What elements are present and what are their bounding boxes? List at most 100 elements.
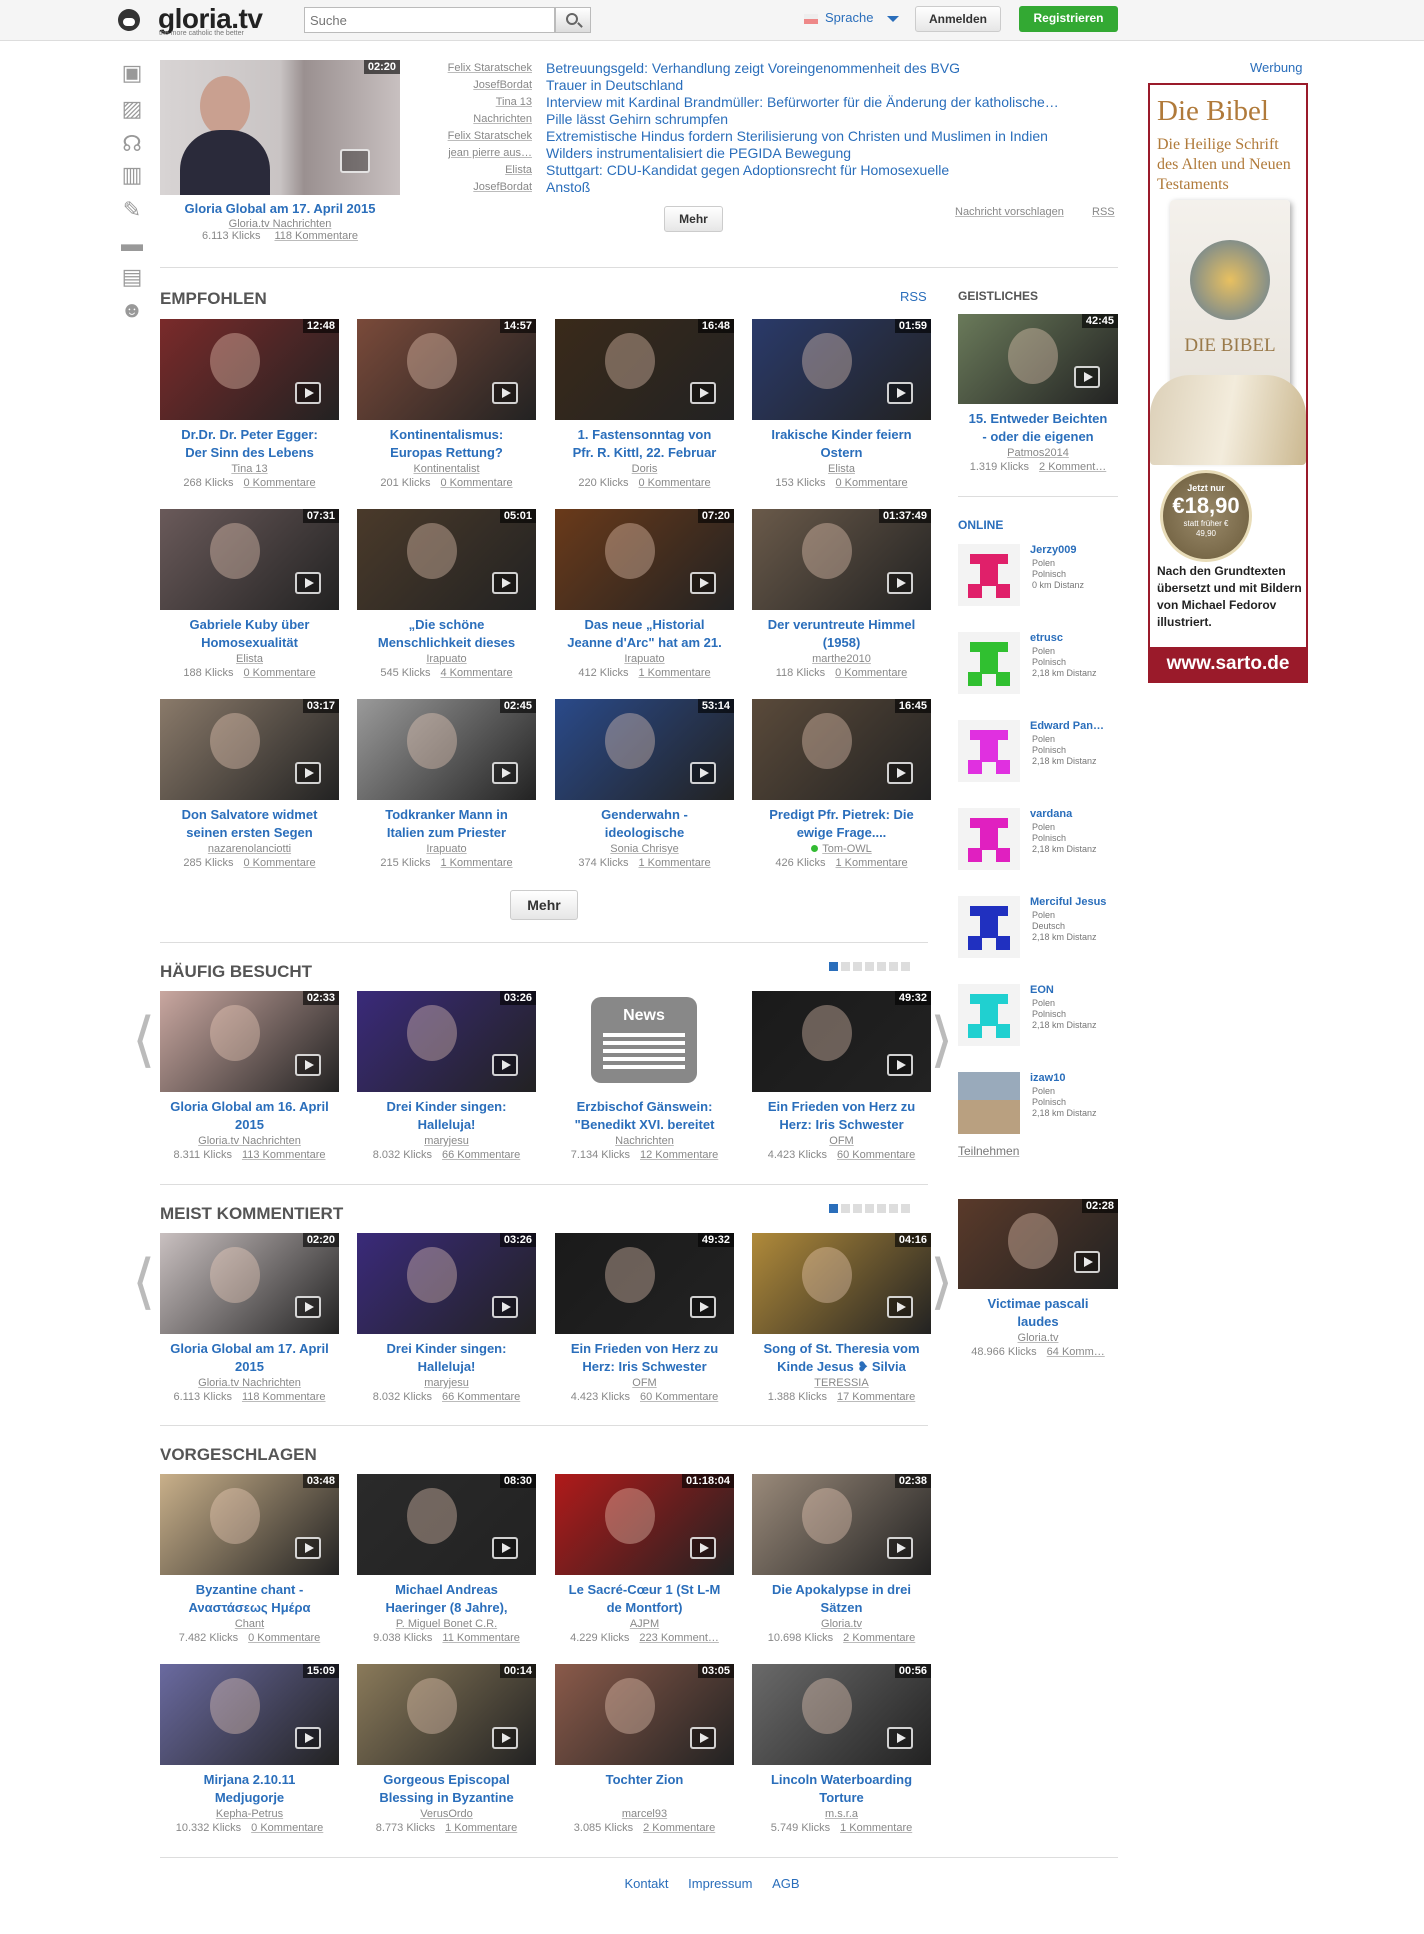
- video-comments[interactable]: 1 Kommentare: [638, 667, 710, 679]
- avatar[interactable]: [958, 808, 1020, 870]
- video-thumbnail[interactable]: 04:16: [752, 1233, 931, 1334]
- video-author[interactable]: OFM: [752, 1134, 931, 1148]
- video-comments[interactable]: 1 Kommentare: [840, 1822, 912, 1834]
- people-icon[interactable]: ☻: [118, 296, 146, 324]
- logo[interactable]: gloria.tv the more catholic the better: [118, 3, 298, 37]
- video-comments[interactable]: 12 Kommentare: [640, 1149, 718, 1161]
- video-comments[interactable]: 66 Kommentare: [442, 1149, 520, 1161]
- video-author[interactable]: Patmos2014: [958, 446, 1118, 460]
- video-title[interactable]: Song of St. Theresia vom Kinde Jesus ❥ Si…: [752, 1340, 931, 1376]
- video-comments[interactable]: 1 Kommentare: [638, 857, 710, 869]
- video-comments[interactable]: 0 Kommentare: [835, 667, 907, 679]
- video-comments[interactable]: 223 Komment…: [639, 1632, 718, 1644]
- news-author[interactable]: Elista: [505, 164, 532, 176]
- video-author[interactable]: marcel93: [555, 1807, 734, 1821]
- video-thumbnail[interactable]: 08:30: [357, 1474, 536, 1575]
- video-comments[interactable]: 1 Kommentare: [835, 857, 907, 869]
- featured-comments[interactable]: 118 Kommentare: [274, 230, 358, 242]
- online-user-name[interactable]: Edward Pan…: [1030, 720, 1104, 732]
- video-author[interactable]: AJPM: [555, 1617, 734, 1631]
- frequent-pager[interactable]: [826, 962, 910, 971]
- video-thumbnail[interactable]: 53:14: [555, 699, 734, 800]
- video-card[interactable]: 05:01 „Die schöne Menschlichkeit dieses Ira…: [357, 509, 536, 680]
- video-thumbnail[interactable]: 15:09: [160, 1664, 339, 1765]
- footer-imprint-link[interactable]: Impressum: [688, 1876, 752, 1891]
- video-comments[interactable]: 0 Kommentare: [440, 477, 512, 489]
- video-card[interactable]: 42:45 15. Entweder Beichten - oder die eig…: [958, 314, 1118, 474]
- news-title[interactable]: Interview mit Kardinal Brandmüller: Befü…: [546, 94, 1059, 110]
- ad-label[interactable]: Werbung: [1250, 60, 1303, 75]
- video-author[interactable]: Gloria.tv Nachrichten: [160, 1134, 339, 1148]
- news-title[interactable]: Stuttgart: CDU-Kandidat gegen Adoptionsr…: [546, 162, 949, 178]
- news-title[interactable]: Betreuungsgeld: Verhandlung zeigt Vorein…: [546, 60, 960, 76]
- chat-icon[interactable]: ▤: [118, 263, 146, 291]
- video-thumbnail[interactable]: 01:37:49: [752, 509, 931, 610]
- login-button[interactable]: Anmelden: [915, 6, 1001, 32]
- news-item[interactable]: Felix Staratschek Extremistische Hindus f…: [418, 128, 1112, 145]
- video-thumbnail[interactable]: 02:45: [357, 699, 536, 800]
- video-card[interactable]: 07:31 Gabriele Kuby über Homosexualität Eli…: [160, 509, 339, 680]
- video-thumbnail[interactable]: 03:26: [357, 991, 536, 1092]
- news-title[interactable]: Anstoß: [546, 179, 590, 195]
- news-author[interactable]: Tina 13: [496, 96, 532, 108]
- commented-pager[interactable]: [826, 1204, 910, 1213]
- video-title[interactable]: Irakische Kinder feiern Ostern: [752, 426, 931, 462]
- featured-video[interactable]: 02:20 Gloria Global am 17. April 2015 Gl…: [160, 60, 400, 242]
- news-suggest-link[interactable]: Nachricht vorschlagen: [955, 206, 1064, 218]
- video-title[interactable]: „Die schöne Menschlichkeit dieses: [357, 616, 536, 652]
- news-more-button[interactable]: Mehr: [664, 206, 723, 232]
- video-author[interactable]: Gloria.tv: [752, 1617, 931, 1631]
- news-author[interactable]: Nachrichten: [473, 113, 532, 125]
- video-author[interactable]: m.s.r.a: [752, 1807, 931, 1821]
- news-title[interactable]: Wilders instrumentalisiert die PEGIDA Be…: [546, 145, 851, 161]
- language-selector[interactable]: Sprache: [804, 10, 900, 30]
- video-title[interactable]: Das neue „Historial Jeanne d'Arc" hat am …: [555, 616, 734, 652]
- video-card[interactable]: 03:26 Drei Kinder singen: Halleluja! maryje…: [357, 1233, 536, 1404]
- video-title[interactable]: Drei Kinder singen: Halleluja!: [357, 1098, 536, 1134]
- video-author[interactable]: Doris: [555, 462, 734, 476]
- headphones-icon[interactable]: ☊: [118, 130, 146, 158]
- video-comments[interactable]: 60 Kommentare: [837, 1149, 915, 1161]
- video-comments[interactable]: 113 Kommentare: [242, 1149, 326, 1161]
- video-thumbnail[interactable]: 16:45: [752, 699, 931, 800]
- video-author[interactable]: Gloria.tv: [958, 1331, 1118, 1345]
- video-comments[interactable]: 60 Kommentare: [640, 1391, 718, 1403]
- news-title[interactable]: Extremistische Hindus fordern Sterilisie…: [546, 128, 1048, 144]
- video-card[interactable]: 16:48 1. Fastensonntag von Pfr. R. Kittl, …: [555, 319, 734, 490]
- video-thumbnail[interactable]: 00:14: [357, 1664, 536, 1765]
- video-card[interactable]: 08:30 Michael Andreas Haeringer (8 Jahre),…: [357, 1474, 536, 1645]
- video-author[interactable]: nazarenolanciotti: [160, 842, 339, 856]
- video-card[interactable]: 00:56 Lincoln Waterboarding Torture m.s.r.a…: [752, 1664, 931, 1835]
- video-thumbnail[interactable]: 16:48: [555, 319, 734, 420]
- video-card[interactable]: 07:20 Das neue „Historial Jeanne d'Arc" ha…: [555, 509, 734, 680]
- video-card[interactable]: 16:45 Predigt Pfr. Pietrek: Die ewige Frag…: [752, 699, 931, 870]
- avatar[interactable]: [958, 1072, 1020, 1134]
- news-item[interactable]: Tina 13 Interview mit Kardinal Brandmülle…: [418, 94, 1112, 111]
- video-author[interactable]: VerusOrdo: [357, 1807, 536, 1821]
- video-card[interactable]: 00:14 Gorgeous Episcopal Blessing in Byzan…: [357, 1664, 536, 1835]
- video-title[interactable]: Gabriele Kuby über Homosexualität: [160, 616, 339, 652]
- video-author[interactable]: Nachrichten: [555, 1134, 734, 1148]
- video-card[interactable]: 03:26 Drei Kinder singen: Halleluja! maryje…: [357, 991, 536, 1162]
- recommended-rss-link[interactable]: RSS: [900, 289, 927, 304]
- video-author[interactable]: Tom-OWL: [752, 842, 931, 856]
- video-author[interactable]: maryjesu: [357, 1376, 536, 1390]
- news-item[interactable]: Elista Stuttgart: CDU-Kandidat gegen Adop…: [418, 162, 1112, 179]
- video-comments[interactable]: 64 Komm…: [1047, 1346, 1105, 1358]
- video-card[interactable]: News Erzbischof Gänswein: "Benedikt XVI. b…: [555, 991, 734, 1162]
- video-author[interactable]: Irapuato: [357, 652, 536, 666]
- video-title[interactable]: Byzantine chant - Αναστάσεως Ημέρα: [160, 1581, 339, 1617]
- video-title[interactable]: Der veruntreute Himmel (1958): [752, 616, 931, 652]
- video-comments[interactable]: 4 Kommentare: [440, 667, 512, 679]
- video-author[interactable]: Irapuato: [357, 842, 536, 856]
- video-author[interactable]: P. Miguel Bonet C.R.: [357, 1617, 536, 1631]
- video-author[interactable]: Kepha-Petrus: [160, 1807, 339, 1821]
- video-thumbnail[interactable]: 07:20: [555, 509, 734, 610]
- video-title[interactable]: 15. Entweder Beichten - oder die eigenen: [958, 410, 1118, 446]
- featured-title[interactable]: Gloria Global am 17. April 2015: [160, 201, 400, 216]
- video-title[interactable]: Tochter Zion: [555, 1771, 734, 1807]
- video-card[interactable]: 02:38 Die Apokalypse in drei Sätzen Gloria.…: [752, 1474, 931, 1645]
- video-title[interactable]: Drei Kinder singen: Halleluja!: [357, 1340, 536, 1376]
- video-author[interactable]: Chant: [160, 1617, 339, 1631]
- folder-icon[interactable]: ▬: [118, 230, 146, 258]
